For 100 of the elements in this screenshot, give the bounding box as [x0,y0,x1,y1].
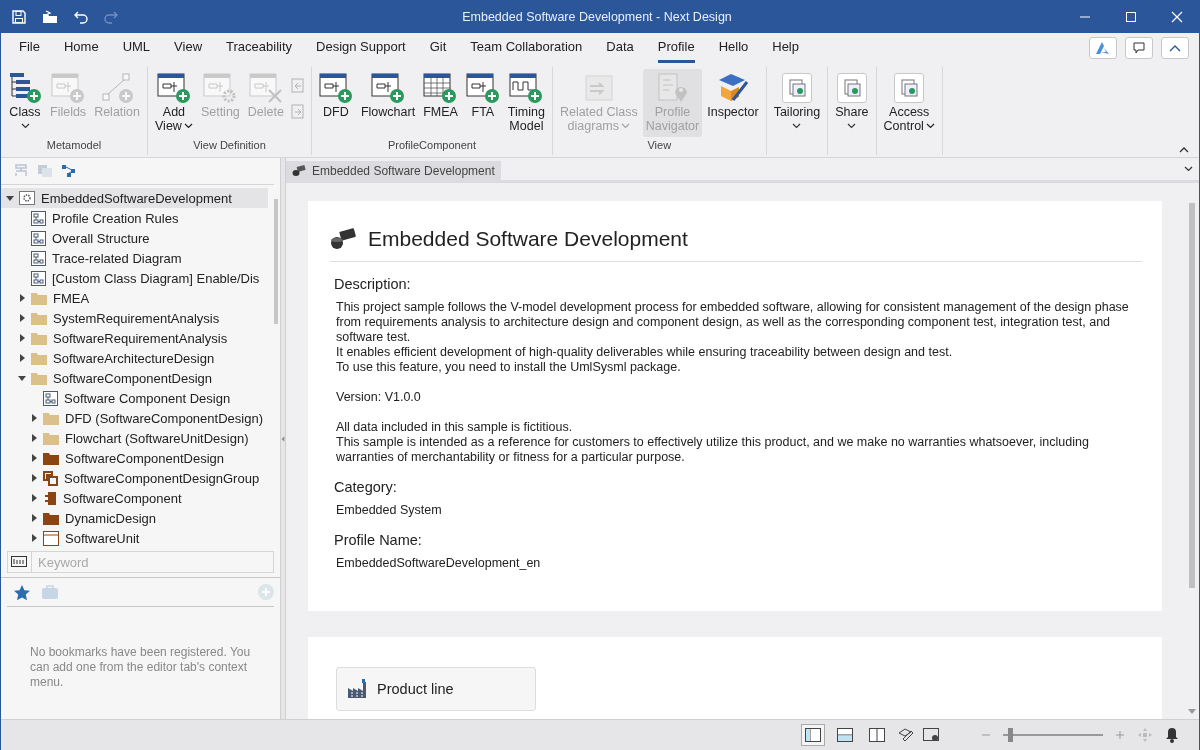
ribbon-button[interactable]: Access Control [880,69,938,137]
tree-item[interactable]: Flowchart (SoftwareUnitDesign) [1,428,272,448]
folder-icon [31,331,47,345]
ribbon-button[interactable]: DFD [315,69,356,137]
tree-item[interactable]: EmbeddedSoftwareDevelopment [1,188,268,208]
folder-icon [31,371,47,385]
bell-icon[interactable] [1165,727,1179,743]
paragraph: This project sample follows the V-model development process for embedded software, allowing for consistent management of the design phase from requirements analysis to architecture design and component design, as well as the corresponding component test, integration test, and software test. [336,300,1130,345]
settings-document-icon [781,73,812,103]
collapsed-arrow-icon[interactable] [30,414,38,422]
tree-item[interactable]: DFD (SoftwareComponentDesign) [1,408,272,428]
expanded-arrow-icon[interactable] [6,194,14,202]
blocks-icon [292,165,306,177]
collapsed-arrow-icon[interactable] [30,534,38,542]
tree-item[interactable]: Trace-related Diagram [1,248,272,268]
collapsed-arrow-icon[interactable] [18,294,26,302]
component-icon [43,490,57,506]
save-icon[interactable] [11,8,27,25]
tree-item[interactable]: SoftwareComponentDesign [1,368,272,388]
tree-item[interactable]: SystemRequirementAnalysis [1,308,272,328]
folder-icon [43,411,59,425]
tree-item[interactable]: SoftwareArchitectureDesign [1,348,272,368]
ribbon-button[interactable]: Inspector [704,69,762,137]
blocks-icon [330,227,358,251]
ribbon-tab[interactable]: View [174,33,203,63]
tree-item[interactable]: SoftwareComponentDesignGroup [1,468,272,488]
tree-item[interactable]: DynamicDesign [1,508,272,528]
ribbon-tab[interactable]: Team Collaboration [470,33,583,63]
ribbon-button[interactable]: FTA [462,69,503,137]
chevron-up-icon [1169,44,1181,52]
tree-item[interactable]: SoftwareRequirementAnalysis [1,328,272,348]
group-icon [43,470,58,486]
ribbon-group-label: View Definition [192,139,267,153]
nodes-icon[interactable] [61,164,77,178]
tree-item[interactable]: SoftwareComponentDesign [1,448,272,468]
product-line-button[interactable]: Product line [336,667,536,711]
dropdown-icon[interactable] [1184,166,1193,172]
star-tab[interactable] [13,583,31,601]
collapsed-arrow-icon[interactable] [18,334,26,342]
paragraph: Embedded System [336,503,443,518]
text-icon[interactable] [10,556,29,568]
ribbon-tab[interactable]: Git [429,33,447,63]
search-field[interactable]: Keyword [31,551,274,573]
ribbon-button[interactable]: Add View [152,69,196,137]
diagram-icon [31,250,46,266]
ribbon-tab[interactable]: Data [606,33,634,63]
diagram-icon [31,210,46,226]
tree-item[interactable]: Profile Creation Rules [1,208,272,228]
ribbon-button[interactable]: Class [5,69,45,137]
logo-button[interactable] [1089,37,1117,59]
diagram-icon [31,270,46,286]
tree-item[interactable]: FMEA [1,288,272,308]
ribbon-tab[interactable]: File [19,33,40,63]
maximize-icon[interactable] [1125,10,1137,23]
chevron-up-icon[interactable] [1179,146,1189,153]
collapsed-arrow-icon[interactable] [30,434,38,442]
layout-button[interactable] [801,724,825,746]
collapsed-arrow-icon[interactable] [30,454,38,462]
paragraph: To use this feature, you need to install the UmlSysml package. [336,360,682,375]
diagram-icon [31,230,46,246]
ribbon-button[interactable]: FMEA [420,69,461,137]
folder-icon [43,451,59,465]
ribbon-tab[interactable]: Home [63,33,99,63]
tree-item[interactable]: SoftwareComponent [1,488,272,508]
close-icon[interactable] [1171,10,1183,23]
ribbon-tab[interactable]: Profile [657,33,695,63]
ribbon-button[interactable]: Flowchart [357,69,419,137]
ribbon-tab[interactable]: Help [772,33,799,63]
ribbon-button[interactable]: Timing Model [504,69,548,137]
ribbon-tab[interactable]: Traceability [226,33,293,63]
editor-tab[interactable]: Embedded Software Development [286,161,501,180]
section-label: Profile Name: [334,532,423,548]
collapsed-arrow-icon[interactable] [30,474,38,482]
settings-document-icon [836,73,867,103]
ribbon-button[interactable]: Tailoring [770,69,824,137]
paragraph: EmbeddedSoftwareDevelopment_en [336,556,542,571]
ribbon-tab[interactable]: Design Support [316,33,406,63]
tree-item[interactable]: Software Component Design [1,388,272,408]
collapsed-arrow-icon[interactable] [18,314,26,322]
diagram-icon [43,390,58,406]
ribbon-button[interactable]: Share [832,69,872,137]
open-folder-icon[interactable] [41,8,59,25]
paragraph: All data included in this sample is fictitious. [336,420,574,435]
folder-icon [31,351,47,365]
window-icon [43,530,59,546]
collapsed-arrow-icon[interactable] [18,354,26,362]
logo-icon [1095,41,1111,55]
slider-thumb[interactable] [1008,728,1013,742]
section-label: Category: [334,479,398,495]
ribbon-tab[interactable]: Hello [718,33,749,63]
ribbon-tab[interactable]: UML [122,33,151,63]
tree-item[interactable]: Overall Structure [1,228,272,248]
comment-button[interactable] [1125,37,1153,59]
collapsed-arrow-icon[interactable] [30,494,38,502]
expanded-arrow-icon[interactable] [18,374,26,382]
empty-message: No bookmarks have been registered. You can add one from the editor tab's context menu. [30,645,252,690]
speech-bubble-icon [1132,41,1146,55]
tree-item[interactable]: [Custom Class Diagram] Enable/Dis [1,268,272,288]
collapsed-arrow-icon[interactable] [30,514,38,522]
tree-item[interactable]: SoftwareUnit [1,528,272,548]
